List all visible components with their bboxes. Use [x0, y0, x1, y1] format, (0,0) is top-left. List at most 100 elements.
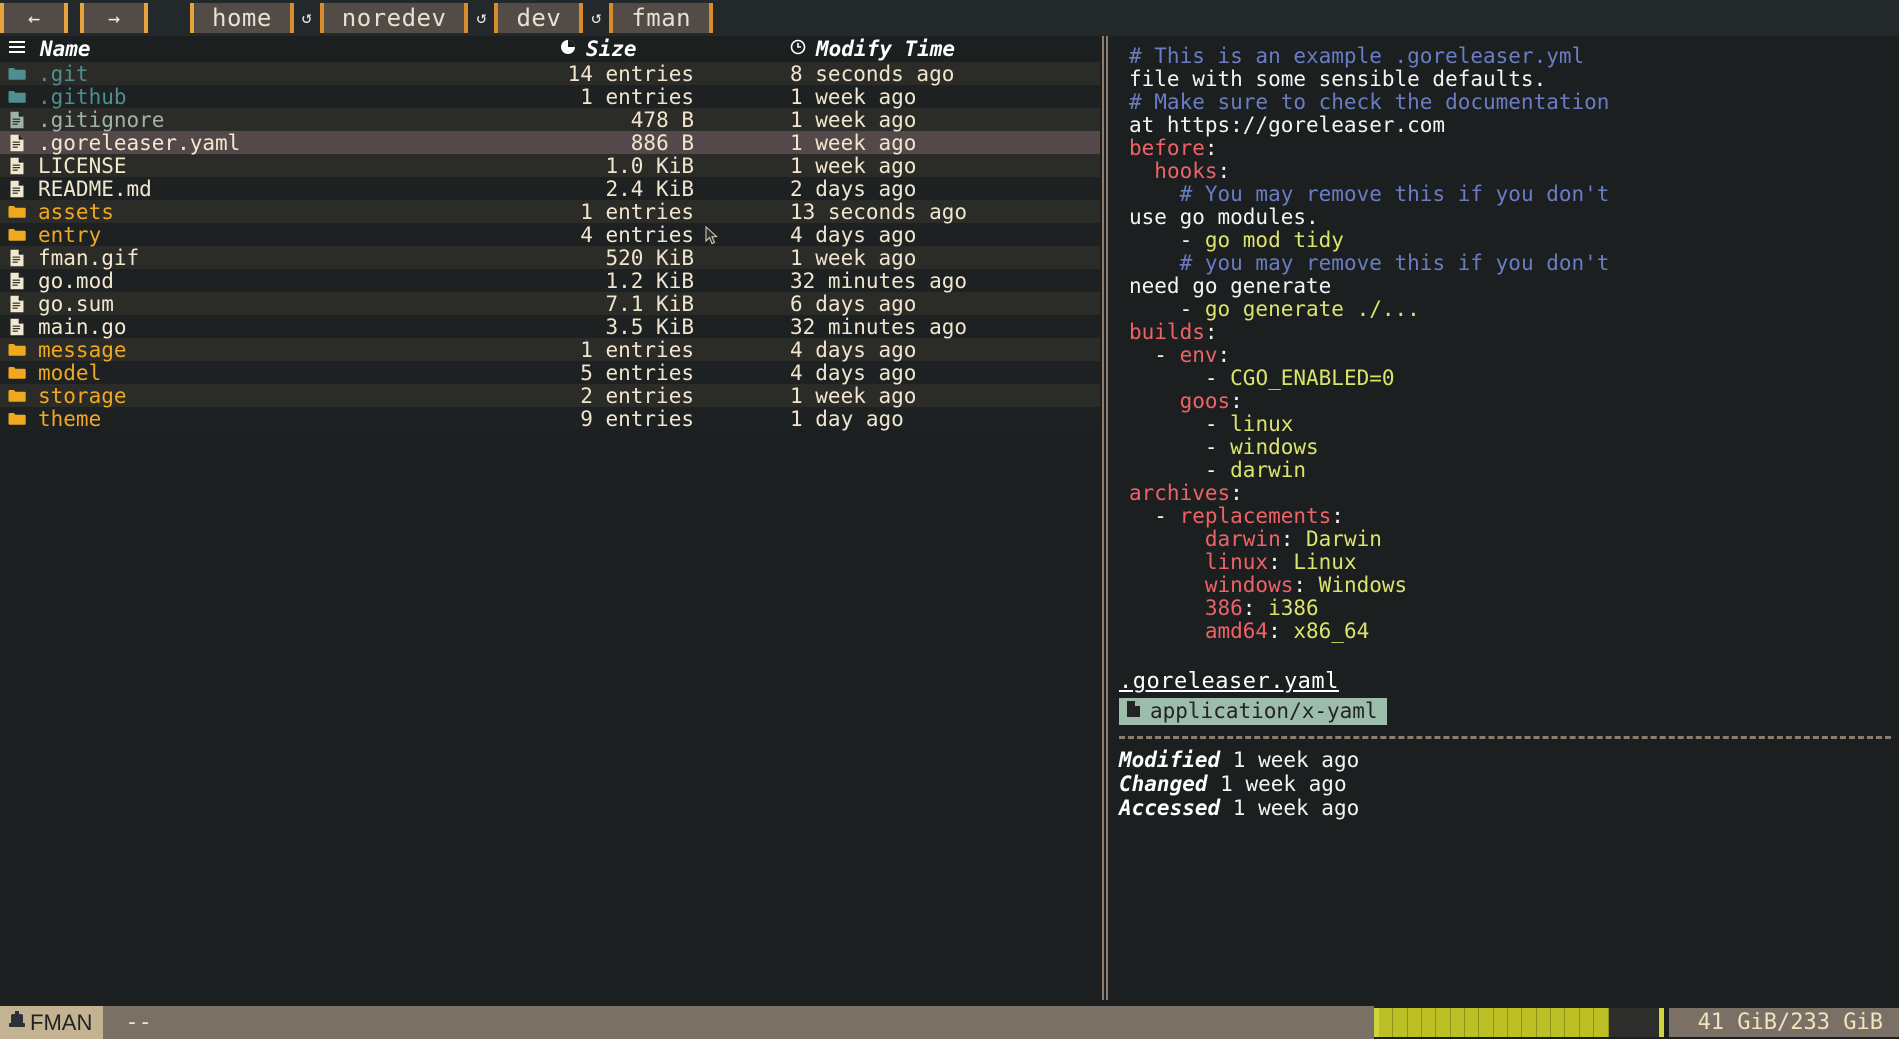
metadata-modified-label: Modified — [1119, 748, 1221, 772]
file-name-label: storage — [38, 383, 127, 408]
table-row[interactable]: theme 9 entries 1 day ago — [0, 406, 1100, 431]
code-token: : — [1242, 596, 1269, 620]
progress-fill — [1379, 1008, 1609, 1037]
refresh-icon[interactable]: ↺ — [583, 3, 609, 33]
table-row[interactable]: entry 4 entries 4 days ago — [0, 222, 1100, 247]
table-row[interactable]: .goreleaser.yaml 886 B 1 week ago — [0, 130, 1100, 155]
breadcrumb-dev[interactable]: dev — [498, 3, 580, 33]
file-name-label: main.go — [38, 314, 127, 339]
file-name-label: entry — [38, 222, 102, 247]
code-token: # You may remove this if you don't — [1179, 182, 1610, 206]
table-row[interactable]: go.sum 7.1 KiB 6 days ago — [0, 291, 1100, 316]
file-size-cell: 4 entries — [580, 222, 694, 247]
code-token: - — [1129, 297, 1205, 321]
progress-segment — [1594, 1008, 1609, 1037]
file-name-label: go.sum — [38, 291, 114, 316]
column-header-size[interactable]: Size — [560, 37, 790, 61]
table-row[interactable]: model 5 entries 4 days ago — [0, 360, 1100, 385]
file-size-cell: 5 entries — [580, 360, 694, 385]
file-modify-time-cell: 4 days ago — [790, 360, 917, 385]
code-line: linux: Linux — [1129, 551, 1899, 574]
breadcrumb-fman[interactable]: fman — [613, 3, 710, 33]
code-token: : — [1280, 527, 1307, 551]
code-token: env — [1179, 343, 1218, 367]
file-size-cell: 9 entries — [580, 406, 694, 431]
file-name-label: .goreleaser.yaml — [38, 130, 241, 155]
file-modify-time-cell: 4 days ago — [790, 337, 917, 362]
file-icon — [8, 180, 26, 198]
table-row[interactable]: main.go 3.5 KiB 32 minutes ago — [0, 314, 1100, 339]
yaml-preview: # This is an example .goreleaser.yml file… — [1120, 36, 1899, 643]
code-line: - go generate ./... — [1129, 298, 1899, 321]
progress-segment — [1565, 1008, 1580, 1037]
code-line: before: — [1129, 137, 1899, 160]
code-line: amd64: x86_64 — [1129, 620, 1899, 643]
code-token: : — [1268, 550, 1294, 574]
refresh-icon[interactable]: ↺ — [294, 3, 320, 33]
file-modify-time-cell: 1 week ago — [790, 245, 917, 270]
file-metadata: .goreleaser.yaml application/x-yaml Modi… — [1119, 669, 1891, 820]
file-name-cell: theme — [8, 407, 560, 431]
pie-icon — [560, 39, 576, 60]
app-brand: FMAN — [0, 1006, 104, 1039]
file-name-label: theme — [38, 406, 102, 431]
code-token: i386 — [1268, 596, 1319, 620]
file-icon — [8, 134, 26, 152]
table-row[interactable]: fman.gif 520 KiB 1 week ago — [0, 245, 1100, 270]
code-line: archives: — [1129, 482, 1899, 505]
file-icon — [1126, 699, 1141, 723]
table-row[interactable]: .github 1 entries 1 week ago — [0, 85, 1100, 109]
file-name-label: model — [38, 360, 102, 385]
table-row[interactable]: assets 1 entries 13 seconds ago — [0, 199, 1100, 224]
file-modify-time-cell: 13 seconds ago — [790, 199, 968, 224]
file-icon — [8, 249, 26, 267]
progress-segment — [1436, 1008, 1451, 1037]
code-token: : — [1204, 320, 1218, 344]
code-token: at https://goreleaser.com — [1129, 113, 1446, 137]
table-row[interactable]: storage 2 entries 1 week ago — [0, 383, 1100, 408]
file-icon — [8, 157, 26, 175]
code-token: archives — [1129, 481, 1231, 505]
file-size-cell: 14 entries — [567, 61, 694, 86]
metadata-modified-value: 1 week ago — [1220, 748, 1360, 772]
code-token: # Make sure to check the documentation — [1129, 90, 1610, 114]
code-line: # you may remove this if you don't — [1129, 252, 1899, 275]
table-row[interactable]: .git 14 entries 8 seconds ago — [0, 61, 1100, 86]
status-message: -- — [103, 1006, 1374, 1039]
file-size-cell: 3.5 KiB — [605, 314, 694, 339]
column-header-modify-time[interactable]: Modify Time — [790, 37, 1086, 61]
back-button[interactable]: ← — [4, 3, 64, 33]
forward-button[interactable]: → — [84, 3, 144, 33]
file-icon — [8, 111, 26, 129]
file-name-cell: entry — [8, 223, 560, 247]
breadcrumb-noredev[interactable]: noredev — [323, 3, 465, 33]
table-row[interactable]: .gitignore 478 B 1 week ago — [0, 108, 1100, 132]
table-row[interactable]: LICENSE 1.0 KiB 1 week ago — [0, 153, 1100, 178]
pane-divider[interactable] — [1100, 36, 1110, 1000]
folder-icon — [8, 226, 26, 244]
code-line: darwin: Darwin — [1129, 528, 1899, 551]
metadata-accessed-label: Accessed — [1119, 796, 1221, 820]
breadcrumb-home[interactable]: home — [194, 3, 290, 33]
table-row[interactable]: message 1 entries 4 days ago — [0, 337, 1100, 362]
file-name-cell: go.mod — [8, 269, 560, 293]
progress-segment — [1408, 1008, 1423, 1037]
table-row[interactable]: README.md 2.4 KiB 2 days ago — [0, 176, 1100, 201]
code-token: : — [1204, 136, 1218, 160]
folder-icon — [8, 364, 26, 382]
table-row[interactable]: go.mod 1.2 KiB 32 minutes ago — [0, 269, 1100, 293]
file-name-cell: LICENSE — [8, 154, 560, 178]
file-size-cell: 1.0 KiB — [605, 153, 694, 178]
file-icon — [8, 272, 26, 290]
refresh-icon[interactable]: ↺ — [468, 3, 494, 33]
code-token: linux — [1204, 550, 1269, 574]
file-modify-time-cell: 2 days ago — [790, 176, 917, 201]
metadata-modified: Modified 1 week ago — [1119, 748, 1891, 772]
code-token: : — [1331, 504, 1344, 528]
file-size-cell: 520 KiB — [605, 245, 694, 270]
column-header-name[interactable]: Name — [8, 37, 560, 61]
folder-icon — [8, 65, 26, 83]
